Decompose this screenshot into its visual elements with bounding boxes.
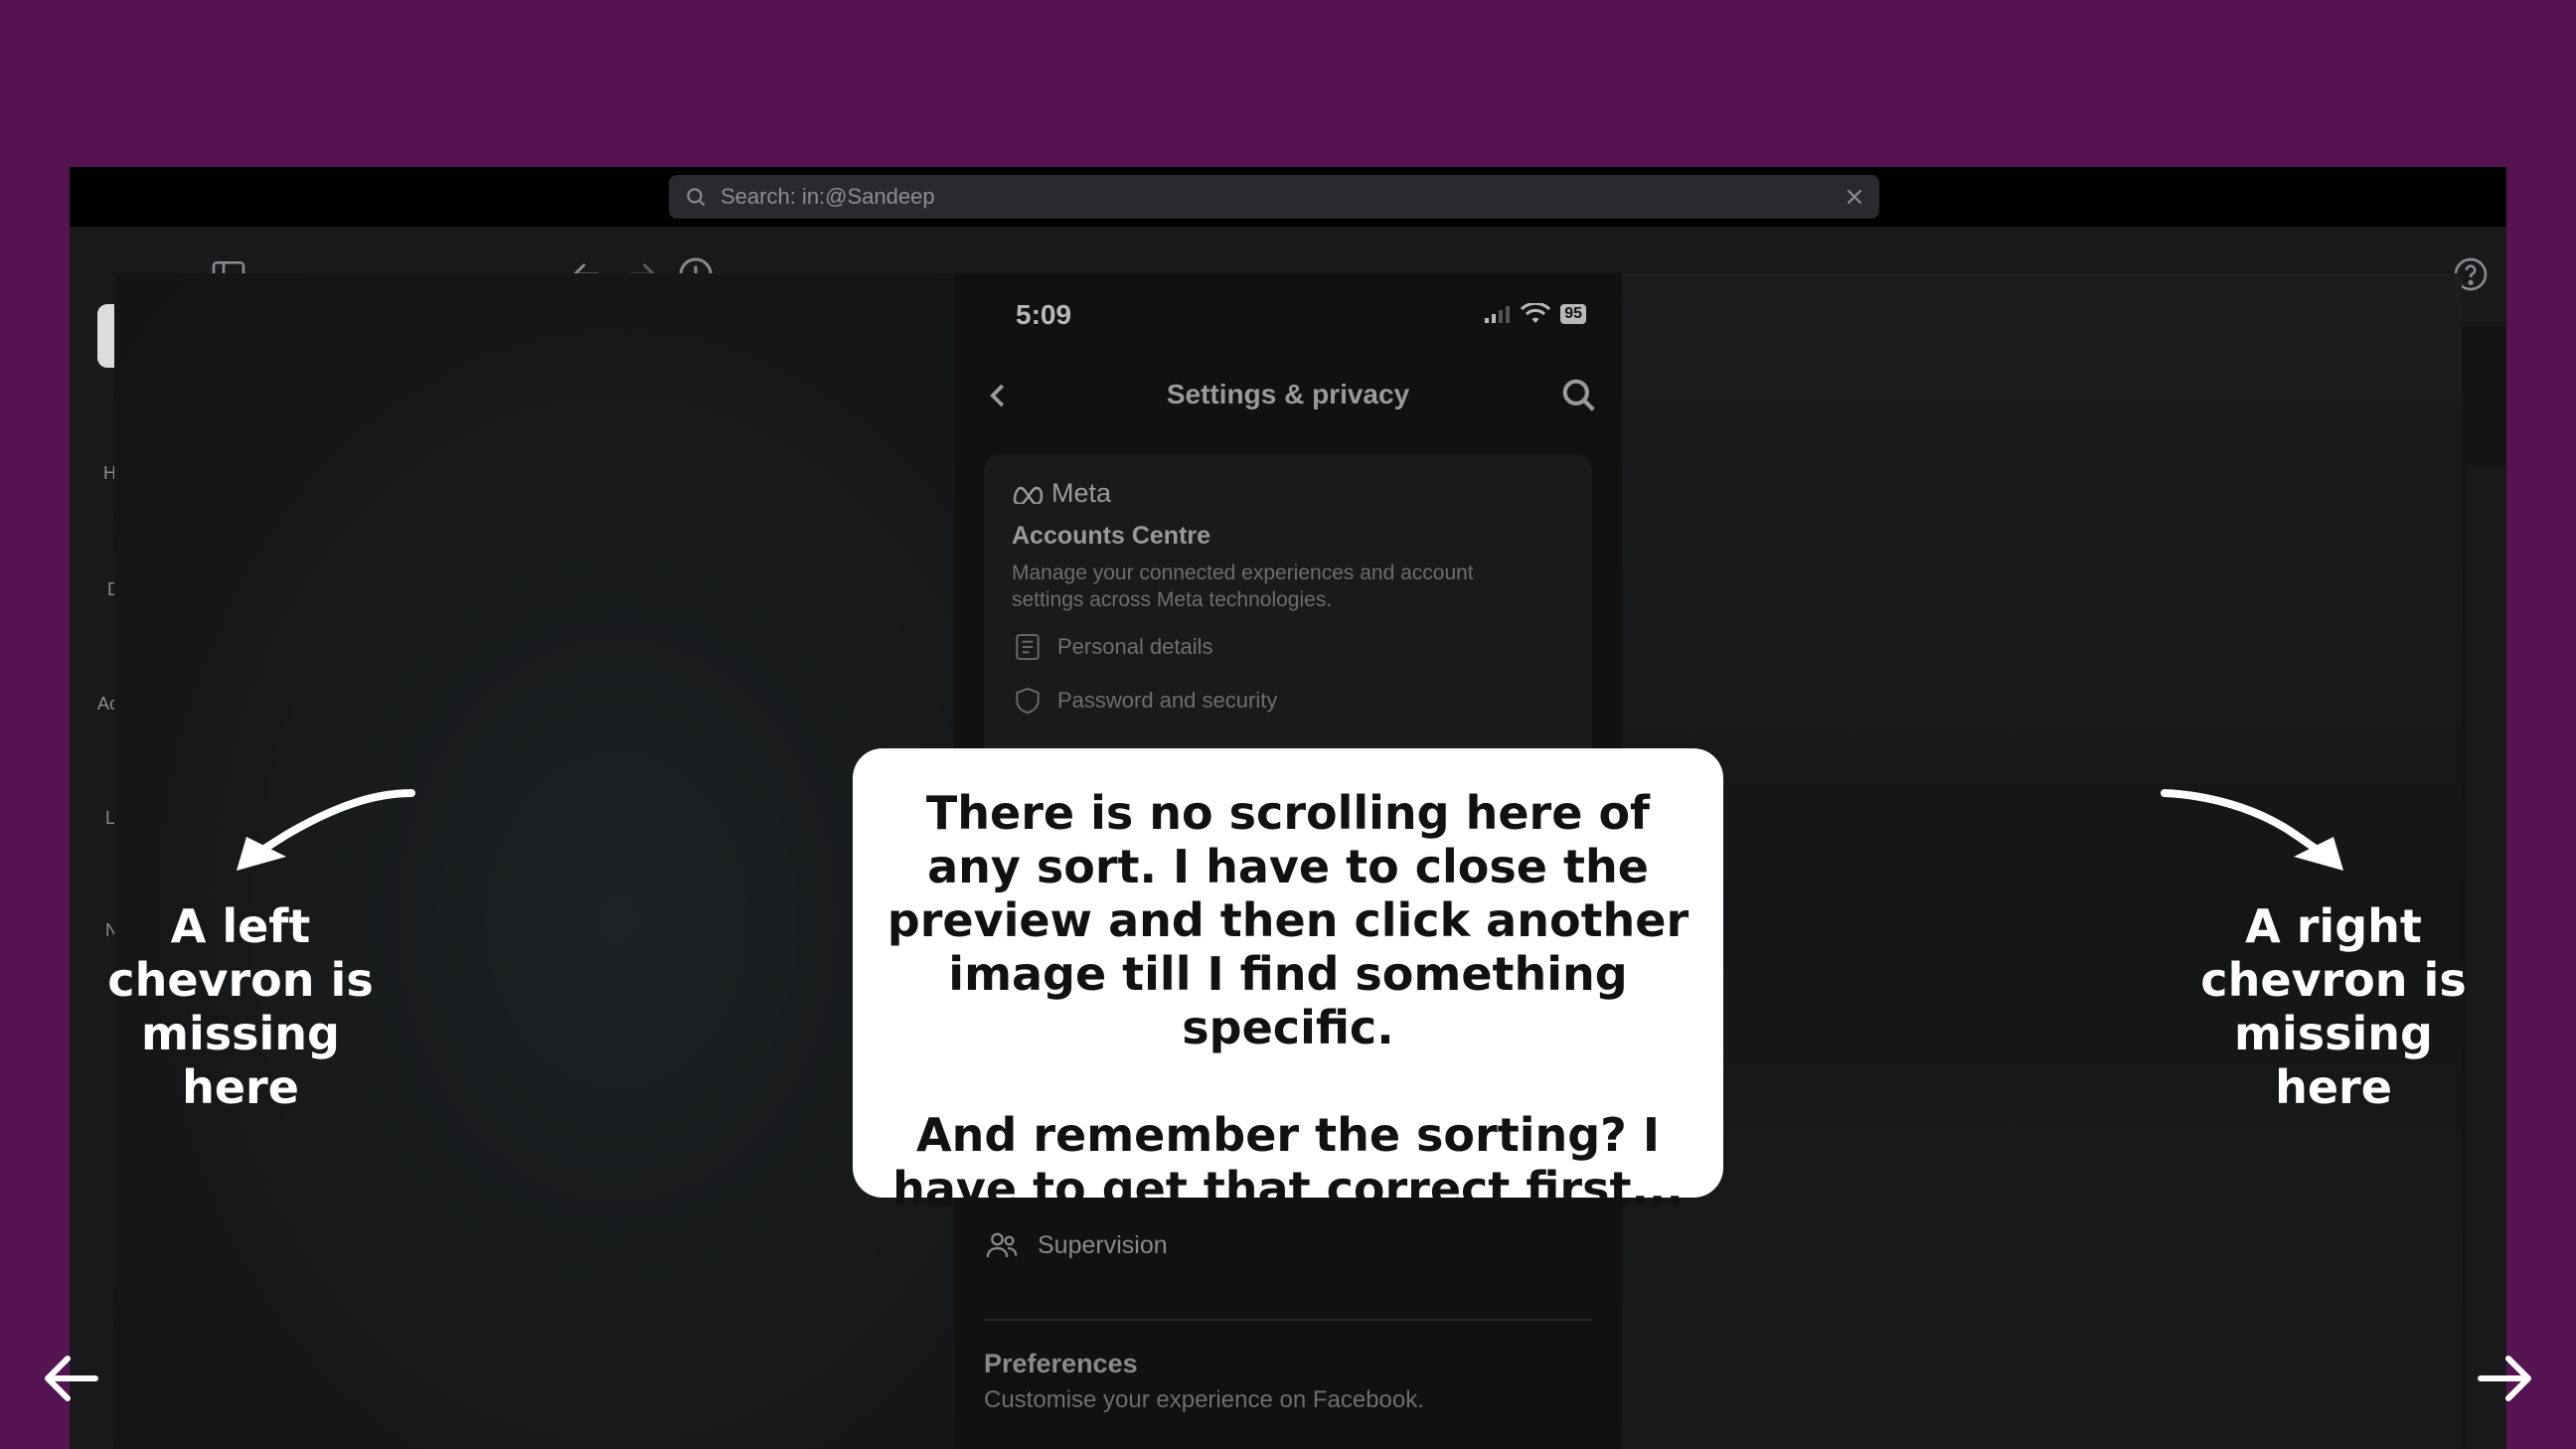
meta-brand-label: Meta	[1051, 478, 1112, 508]
search-icon	[1562, 379, 1595, 411]
annotation-arrow-left	[237, 789, 415, 871]
next-slide-arrow-icon[interactable]	[2473, 1347, 2536, 1410]
divider	[984, 1319, 1592, 1321]
search-query: Search: in:@Sandeep	[721, 184, 935, 209]
accounts-centre-title: Accounts Centre	[1012, 522, 1211, 550]
phone-status-bar: 95	[1483, 303, 1586, 325]
clear-search-icon[interactable]	[1842, 184, 1867, 210]
battery-level: 95	[1560, 304, 1586, 324]
signal-icon	[1485, 306, 1511, 323]
annotation-arrow-right	[2161, 789, 2343, 871]
preferences-description: Customise your experience on Facebook.	[984, 1386, 1424, 1413]
personal-details-label: Personal details	[1057, 634, 1213, 659]
preferences-title: Preferences	[984, 1349, 1138, 1378]
shield-icon	[1016, 688, 1040, 714]
supervision-label: Supervision	[1038, 1230, 1168, 1259]
accounts-centre-description: Manage your connected experiences and ac…	[1012, 562, 1474, 611]
meta-brand: Meta	[1012, 478, 1111, 509]
callout-paragraph: And remember the sorting? I have to get …	[892, 1108, 1684, 1215]
accounts-centre-card: Meta Accounts Centre Manage your connect…	[984, 454, 1592, 772]
phone-screen-title: Settings & privacy	[1166, 379, 1410, 409]
annotation-right-note: A right chevron is missing here	[2200, 899, 2467, 1114]
personal-details-row: Personal details	[1012, 631, 1213, 663]
phone-time: 5:09	[1016, 299, 1072, 330]
previous-slide-arrow-icon[interactable]	[40, 1347, 103, 1410]
people-icon	[986, 1232, 1018, 1258]
callout-paragraph: There is no scrolling here of any sort. …	[886, 786, 1690, 1054]
id-card-icon	[1016, 634, 1040, 660]
meta-logo-icon	[1013, 486, 1044, 504]
search-input[interactable]: Search: in:@Sandeep	[669, 175, 1879, 219]
annotation-callout: There is no scrolling here of any sort. …	[853, 748, 1723, 1215]
password-security-row: Password and security	[1012, 685, 1277, 717]
annotation-left-note: A left chevron is missing here	[107, 899, 374, 1114]
search-icon	[687, 188, 706, 207]
supervision-row: Supervision	[984, 1227, 1168, 1263]
wifi-icon	[1521, 303, 1551, 323]
password-security-label: Password and security	[1057, 688, 1278, 713]
